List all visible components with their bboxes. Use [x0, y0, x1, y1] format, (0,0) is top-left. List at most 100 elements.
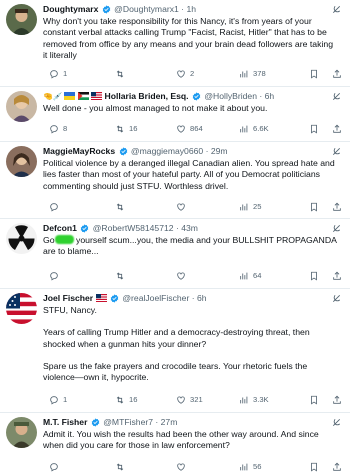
views-button[interactable]: 378: [239, 68, 266, 80]
avatar[interactable]: [6, 4, 37, 35]
user-handle[interactable]: @RobertW58145712: [93, 223, 174, 233]
reply-feed: Doughtymarx @Doughtymarx1 · 1h Why don't…: [0, 0, 350, 476]
avatar[interactable]: [6, 91, 37, 122]
reply-tweet-doughtymarx[interactable]: Doughtymarx @Doughtymarx1 · 1h Why don't…: [0, 0, 350, 87]
heart-icon: [177, 396, 185, 404]
bookmark-button[interactable]: [309, 201, 319, 213]
user-handle[interactable]: @realJoelFischer: [122, 293, 189, 303]
reply-button[interactable]: [49, 201, 59, 213]
retweet-button[interactable]: [115, 201, 125, 213]
timestamp[interactable]: 43m: [181, 223, 198, 233]
display-name[interactable]: MaggieMayRocks: [43, 146, 115, 156]
bookmark-button[interactable]: [309, 394, 319, 406]
share-button[interactable]: [332, 461, 342, 473]
like-count: 321: [190, 395, 203, 404]
display-name[interactable]: Defcon1: [43, 223, 77, 233]
view-count: 3.3K: [253, 395, 269, 404]
bookmark-button[interactable]: [309, 461, 319, 473]
like-button[interactable]: [176, 270, 186, 282]
like-button[interactable]: 321: [176, 394, 203, 406]
like-button[interactable]: 2: [176, 68, 194, 80]
reply-count: 8: [63, 124, 68, 133]
tweet-header: M.T. Fisher @MTFisher7 · 27m: [43, 416, 330, 429]
heart-icon: [177, 203, 185, 211]
bookmark-button[interactable]: [309, 123, 319, 135]
action-bar: 8 16 864 6.6K: [43, 123, 342, 135]
avatar[interactable]: [6, 417, 37, 448]
tweet-text: Admit it. You wish the results had been …: [43, 429, 342, 452]
tweet-text-line: commenting should just STFU. Worthless d…: [43, 180, 229, 191]
timestamp[interactable]: 27m: [161, 417, 178, 427]
share-button[interactable]: [332, 68, 342, 80]
verified-badge-icon: [119, 147, 127, 156]
share-button[interactable]: [332, 201, 342, 213]
like-button[interactable]: [176, 461, 186, 473]
display-name[interactable]: Doughtymarx: [43, 4, 98, 14]
tweet-text-line: when did you care for those in law enfor…: [43, 440, 230, 451]
bookmark-button[interactable]: [309, 270, 319, 282]
display-name[interactable]: Joel Fischer: [43, 293, 93, 303]
user-handle[interactable]: @MTFisher7: [103, 417, 153, 427]
display-name[interactable]: M.T. Fisher: [43, 417, 87, 427]
reply-tweet-defcon1[interactable]: Defcon1 @RobertW58145712 · 43m Go yourse…: [0, 219, 350, 289]
timestamp[interactable]: 1h: [186, 4, 196, 14]
grok-icon[interactable]: [331, 223, 342, 234]
tweet-text-line: shocked when a gunman hits your dinner?: [43, 338, 207, 349]
tweet-text: Why don't you take responsibility for th…: [43, 16, 342, 61]
retweet-button[interactable]: [115, 270, 125, 282]
avatar[interactable]: [6, 293, 37, 324]
user-handle[interactable]: @maggiemay0660: [131, 146, 203, 156]
bookmark-button[interactable]: [309, 68, 319, 80]
retweet-button[interactable]: 16: [115, 123, 137, 135]
retweet-button[interactable]: [115, 461, 125, 473]
verified-badge-icon: [110, 294, 119, 303]
reply-tweet-mt-fisher[interactable]: M.T. Fisher @MTFisher7 · 27m Admit it. Y…: [0, 413, 350, 476]
view-count: 64: [253, 271, 262, 280]
reply-tweet-hollaria-briden[interactable]: 🤏💉 Hollaria Briden, Esq. @HollyBriden · …: [0, 87, 350, 142]
reply-button[interactable]: [49, 461, 59, 473]
retweet-button[interactable]: 16: [115, 394, 137, 406]
reply-tweet-joel-fischer[interactable]: Joel Fischer @realJoelFischer · 6h STFU,…: [0, 289, 350, 413]
reply-icon: [50, 463, 58, 472]
views-button[interactable]: 6.6K: [239, 123, 269, 135]
text-fragment: yourself scum...you, the media and your …: [73, 235, 337, 245]
grok-icon[interactable]: [331, 4, 342, 15]
views-button[interactable]: 64: [239, 270, 261, 282]
display-name[interactable]: Hollaria Briden, Esq.: [104, 91, 188, 101]
heart-icon: [177, 125, 185, 133]
timestamp[interactable]: 29m: [211, 146, 228, 156]
grok-icon[interactable]: [331, 417, 342, 428]
avatar[interactable]: [6, 223, 37, 254]
grok-icon[interactable]: [331, 146, 342, 157]
timestamp[interactable]: 6h: [265, 91, 275, 101]
view-count: 25: [253, 202, 262, 211]
views-button[interactable]: 3.3K: [239, 394, 269, 406]
retweet-button[interactable]: [115, 68, 129, 80]
reply-button[interactable]: [49, 270, 59, 282]
share-button[interactable]: [332, 270, 342, 282]
tweet-text-line: it literally: [43, 49, 77, 60]
grok-icon[interactable]: [331, 91, 342, 102]
tweet-header: Doughtymarx @Doughtymarx1 · 1h: [43, 3, 330, 16]
grok-icon[interactable]: [331, 293, 342, 304]
separator: ·: [175, 223, 179, 233]
share-button[interactable]: [332, 123, 342, 135]
like-button[interactable]: [176, 201, 186, 213]
views-button[interactable]: 56: [239, 461, 261, 473]
reply-button[interactable]: 8: [49, 123, 67, 135]
reply-icon: [50, 125, 58, 134]
like-button[interactable]: 864: [176, 123, 203, 135]
user-handle[interactable]: @Doughtymarx1: [114, 4, 179, 14]
timestamp[interactable]: 6h: [197, 293, 207, 303]
action-bar: 64: [43, 270, 342, 282]
view-count: 6.6K: [253, 124, 269, 133]
views-icon: [240, 463, 248, 471]
share-button[interactable]: [332, 394, 342, 406]
reply-button[interactable]: 1: [49, 394, 67, 406]
reply-button[interactable]: 1: [49, 68, 67, 80]
reply-tweet-maggiemayrocks[interactable]: MaggieMayRocks @maggiemay0660 · 29m Poli…: [0, 142, 350, 219]
views-icon: [240, 125, 248, 133]
user-handle[interactable]: @HollyBriden: [204, 91, 257, 101]
avatar[interactable]: [6, 146, 37, 177]
views-button[interactable]: 25: [239, 201, 261, 213]
